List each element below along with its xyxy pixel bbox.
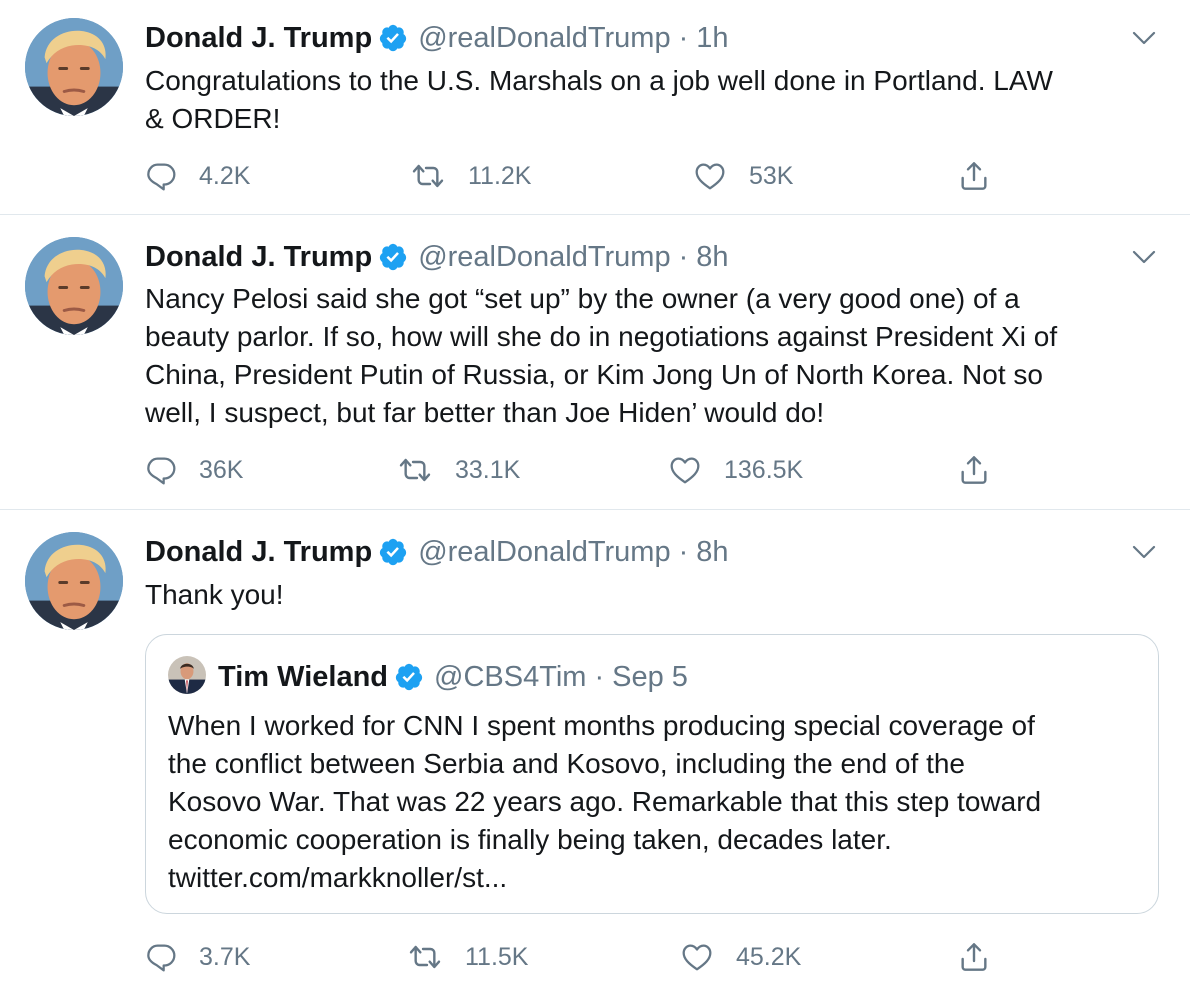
- timestamp[interactable]: 8h: [696, 536, 728, 569]
- separator: ·: [594, 660, 605, 693]
- timestamp[interactable]: 1h: [696, 22, 728, 55]
- display-name[interactable]: Donald J. Trump: [145, 536, 372, 569]
- retweet-icon: [407, 941, 443, 973]
- separator: ·: [678, 240, 689, 273]
- chevron-down-icon[interactable]: [1130, 542, 1158, 562]
- like-button[interactable]: 136.5K: [668, 450, 803, 490]
- like-count: 53K: [749, 161, 794, 190]
- tweet-header: Donald J. Trump @realDonaldTrump · 8h: [145, 237, 729, 277]
- tweet-actions: 4.2K 11.2K 53K: [145, 156, 1045, 196]
- retweet-count: 11.2K: [468, 161, 532, 190]
- reply-button[interactable]: 36K: [145, 450, 243, 490]
- quoted-user-handle[interactable]: @CBS4Tim: [434, 661, 586, 694]
- reply-button[interactable]: 3.7K: [145, 937, 250, 977]
- separator: ·: [678, 535, 689, 568]
- reply-button[interactable]: 4.2K: [145, 156, 250, 196]
- retweet-button[interactable]: 11.2K: [410, 156, 531, 196]
- retweet-icon: [397, 454, 433, 486]
- retweet-button[interactable]: 11.5K: [407, 937, 528, 977]
- avatar[interactable]: [25, 532, 123, 630]
- retweet-button[interactable]: 33.1K: [397, 450, 520, 490]
- reply-count: 3.7K: [199, 942, 251, 971]
- retweet-count: 11.5K: [465, 942, 529, 971]
- retweet-icon: [410, 160, 446, 192]
- display-name[interactable]: Donald J. Trump: [145, 22, 372, 55]
- like-count: 45.2K: [736, 942, 802, 971]
- tweet[interactable]: Donald J. Trump @realDonaldTrump · 1h Co…: [0, 0, 1190, 214]
- verified-badge-icon: [378, 23, 408, 53]
- user-handle[interactable]: @realDonaldTrump: [418, 536, 670, 569]
- quoted-display-name[interactable]: Tim Wieland: [218, 661, 388, 694]
- quoted-tweet-text: When I worked for CNN I spent months pro…: [168, 710, 1042, 893]
- avatar[interactable]: [25, 237, 123, 335]
- tweet-text: Thank you!: [145, 579, 284, 610]
- reply-icon: [145, 941, 177, 973]
- quoted-tweet[interactable]: Tim Wieland @CBS4Tim · Sep 5 When I work…: [145, 634, 1159, 914]
- share-icon: [957, 160, 991, 192]
- reply-count: 36K: [199, 455, 244, 484]
- heart-icon: [668, 454, 702, 486]
- separator: ·: [678, 21, 689, 54]
- retweet-count: 33.1K: [455, 455, 521, 484]
- heart-icon: [680, 941, 714, 973]
- like-count: 136.5K: [724, 455, 804, 484]
- avatar[interactable]: [25, 18, 123, 116]
- like-button[interactable]: 53K: [693, 156, 793, 196]
- verified-badge-icon: [394, 662, 424, 692]
- share-button[interactable]: [957, 156, 1013, 196]
- quoted-tweet-header: Tim Wieland @CBS4Tim · Sep 5: [218, 657, 688, 697]
- share-icon: [957, 454, 991, 486]
- display-name[interactable]: Donald J. Trump: [145, 241, 372, 274]
- user-handle[interactable]: @realDonaldTrump: [418, 241, 670, 274]
- like-button[interactable]: 45.2K: [680, 937, 801, 977]
- chevron-down-icon[interactable]: [1130, 247, 1158, 267]
- reply-icon: [145, 454, 177, 486]
- user-handle[interactable]: @realDonaldTrump: [418, 22, 670, 55]
- heart-icon: [693, 160, 727, 192]
- tweet[interactable]: Donald J. Trump @realDonaldTrump · 8h Na…: [0, 215, 1190, 509]
- share-button[interactable]: [957, 937, 1013, 977]
- tweet-text: Congratulations to the U.S. Marshals on …: [145, 65, 1053, 134]
- tweet-actions: 3.7K 11.5K 45.2K: [145, 937, 1045, 977]
- reply-icon: [145, 160, 177, 192]
- tweet-text: Nancy Pelosi said she got “set up” by th…: [145, 283, 1058, 428]
- tweet-header: Donald J. Trump @realDonaldTrump · 8h: [145, 532, 729, 572]
- share-icon: [957, 941, 991, 973]
- verified-badge-icon: [378, 242, 408, 272]
- tweet-actions: 36K 33.1K 136.5K: [145, 450, 1045, 490]
- timestamp[interactable]: 8h: [696, 241, 728, 274]
- quoted-avatar[interactable]: [168, 656, 206, 694]
- reply-count: 4.2K: [199, 161, 251, 190]
- share-button[interactable]: [957, 450, 1013, 490]
- chevron-down-icon[interactable]: [1130, 28, 1158, 48]
- quoted-timestamp[interactable]: Sep 5: [612, 661, 688, 694]
- verified-badge-icon: [378, 537, 408, 567]
- tweet-header: Donald J. Trump @realDonaldTrump · 1h: [145, 18, 729, 58]
